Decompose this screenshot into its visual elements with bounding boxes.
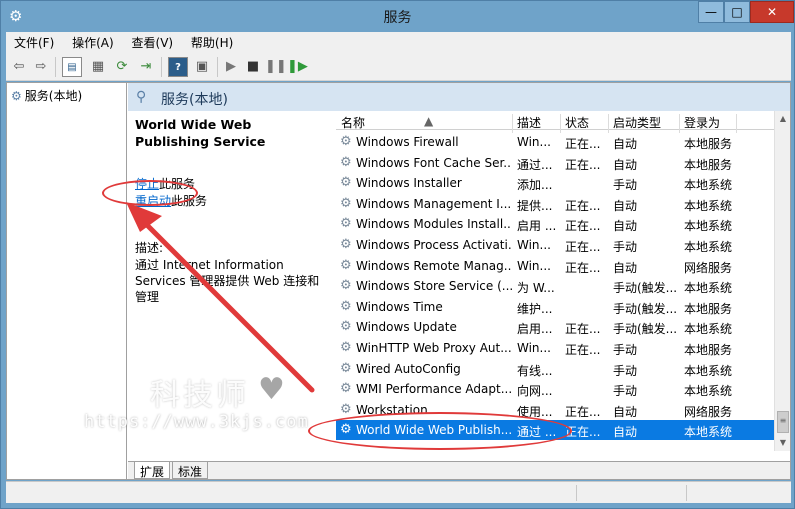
annotation-arrow	[126, 202, 315, 393]
heart-icon: ♥	[258, 372, 285, 407]
watermark-text: 科技师	[150, 378, 249, 413]
watermark-url: https://www.3kjs.com	[84, 412, 309, 432]
